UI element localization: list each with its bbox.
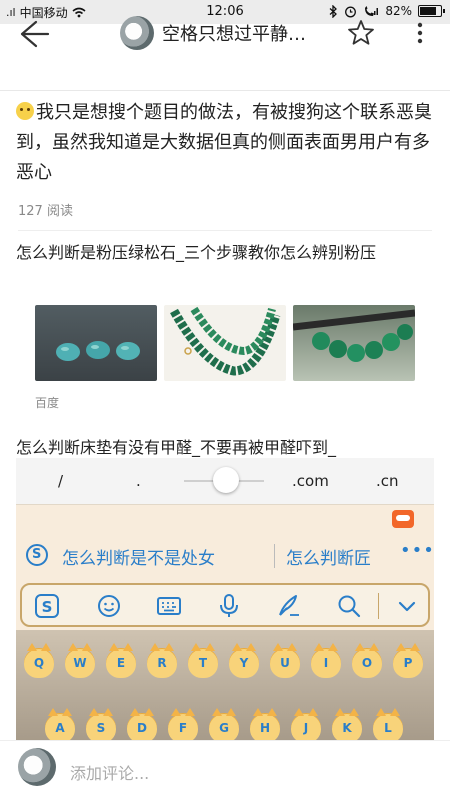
suggestion-2[interactable]: 怎么判断匠 xyxy=(286,544,396,569)
suggestion-1[interactable]: 怎么判断是不是处女 xyxy=(62,544,215,569)
cursor-slider-knob[interactable] xyxy=(213,467,239,493)
shortcut-slash[interactable]: / xyxy=(58,472,63,490)
key-label: P xyxy=(403,656,413,670)
shortcut-dot[interactable]: . xyxy=(136,472,141,490)
key-g[interactable]: G xyxy=(209,708,239,743)
key-r[interactable]: R xyxy=(147,643,177,678)
back-arrow-icon xyxy=(20,20,50,48)
key-s[interactable]: S xyxy=(86,708,116,743)
more-vertical-icon xyxy=(417,22,423,44)
handwriting-icon[interactable] xyxy=(276,593,302,619)
key-q[interactable]: Q xyxy=(24,643,54,678)
key-label: L xyxy=(384,721,392,735)
sogou-mascot-icon[interactable] xyxy=(392,510,414,528)
key-label: R xyxy=(157,656,167,670)
sogou-menu-icon[interactable]: S xyxy=(34,593,60,619)
source-label: 百度 xyxy=(35,396,60,410)
key-label: E xyxy=(116,656,126,670)
related-title[interactable]: 怎么判断是粉压绿松石_三个步骤教你怎么辨别粉压 xyxy=(16,240,426,266)
suggestion-divider xyxy=(274,544,275,568)
back-button[interactable] xyxy=(12,14,56,54)
comment-input[interactable]: 添加评论... xyxy=(70,760,149,784)
sogou-logo-icon[interactable] xyxy=(26,544,48,566)
key-w[interactable]: W xyxy=(65,643,95,678)
shortcut-cn[interactable]: .cn xyxy=(376,472,399,490)
key-label: D xyxy=(137,721,147,735)
suggestion-bar: 怎么判断是不是处女 怎么判断匠 ••• xyxy=(16,536,434,576)
star-icon xyxy=(348,20,374,45)
key-e[interactable]: E xyxy=(106,643,136,678)
key-k[interactable]: K xyxy=(332,708,362,743)
more-suggestions-icon[interactable]: ••• xyxy=(400,540,435,561)
key-label: U xyxy=(280,656,290,670)
more-options-button[interactable] xyxy=(408,16,432,50)
key-o[interactable]: O xyxy=(352,643,382,678)
green-bead-bracelet-image[interactable] xyxy=(292,305,416,381)
key-label: G xyxy=(219,721,229,735)
key-label: K xyxy=(342,721,352,735)
svg-text:S: S xyxy=(42,598,53,616)
key-label: Y xyxy=(239,656,249,670)
post-content: 我只是想搜个题目的做法，有被搜狗这个联系恶臭到，虽然我知道是大数据但真的侧面表面… xyxy=(16,98,440,188)
key-label: H xyxy=(259,721,271,735)
key-label: S xyxy=(96,721,106,735)
key-label: A xyxy=(55,721,65,735)
collapse-keyboard-icon[interactable] xyxy=(394,593,420,619)
key-t[interactable]: T xyxy=(188,643,218,678)
post-text: 我只是想搜个题目的做法，有被搜狗这个联系恶臭到，虽然我知道是大数据但真的侧面表面… xyxy=(16,102,432,183)
emoji-icon[interactable] xyxy=(96,593,122,619)
key-d[interactable]: D xyxy=(127,708,157,743)
key-y[interactable]: Y xyxy=(229,643,259,678)
key-h[interactable]: H xyxy=(250,708,280,743)
malachite-necklace-image[interactable] xyxy=(164,305,286,381)
key-p[interactable]: P xyxy=(393,643,423,678)
read-count: 127 阅读 xyxy=(18,204,73,219)
key-f[interactable]: F xyxy=(168,708,198,743)
key-a[interactable]: A xyxy=(45,708,75,743)
key-label: O xyxy=(361,656,373,670)
key-label: F xyxy=(178,721,188,735)
key-i[interactable]: I xyxy=(311,643,341,678)
thinking-emoji-icon xyxy=(16,102,34,120)
search-icon[interactable] xyxy=(336,593,362,619)
key-label: W xyxy=(73,656,87,670)
page-title: 空格只想过平静… xyxy=(162,24,306,45)
key-label: T xyxy=(198,656,208,670)
key-label: I xyxy=(323,656,329,670)
key-j[interactable]: J xyxy=(291,708,321,743)
favorite-button[interactable] xyxy=(344,16,378,50)
comment-bar xyxy=(0,740,450,801)
shortcut-com[interactable]: .com xyxy=(292,472,329,490)
author-avatar[interactable] xyxy=(120,16,154,50)
key-u[interactable]: U xyxy=(270,643,300,678)
user-avatar xyxy=(18,748,56,786)
turquoise-image[interactable] xyxy=(35,305,157,381)
key-label: J xyxy=(303,721,309,735)
toolbar-divider xyxy=(378,593,379,619)
bluetooth-icon xyxy=(329,4,338,18)
key-label: Q xyxy=(33,656,45,670)
key-l[interactable]: L xyxy=(373,708,403,743)
keyboard-toolbar: S xyxy=(20,583,430,627)
related-title-2[interactable]: 怎么判断床垫有没有甲醛_不要再被甲醛吓到_ xyxy=(16,434,436,458)
keyboard-switch-icon[interactable] xyxy=(156,593,182,619)
microphone-icon[interactable] xyxy=(216,593,242,619)
